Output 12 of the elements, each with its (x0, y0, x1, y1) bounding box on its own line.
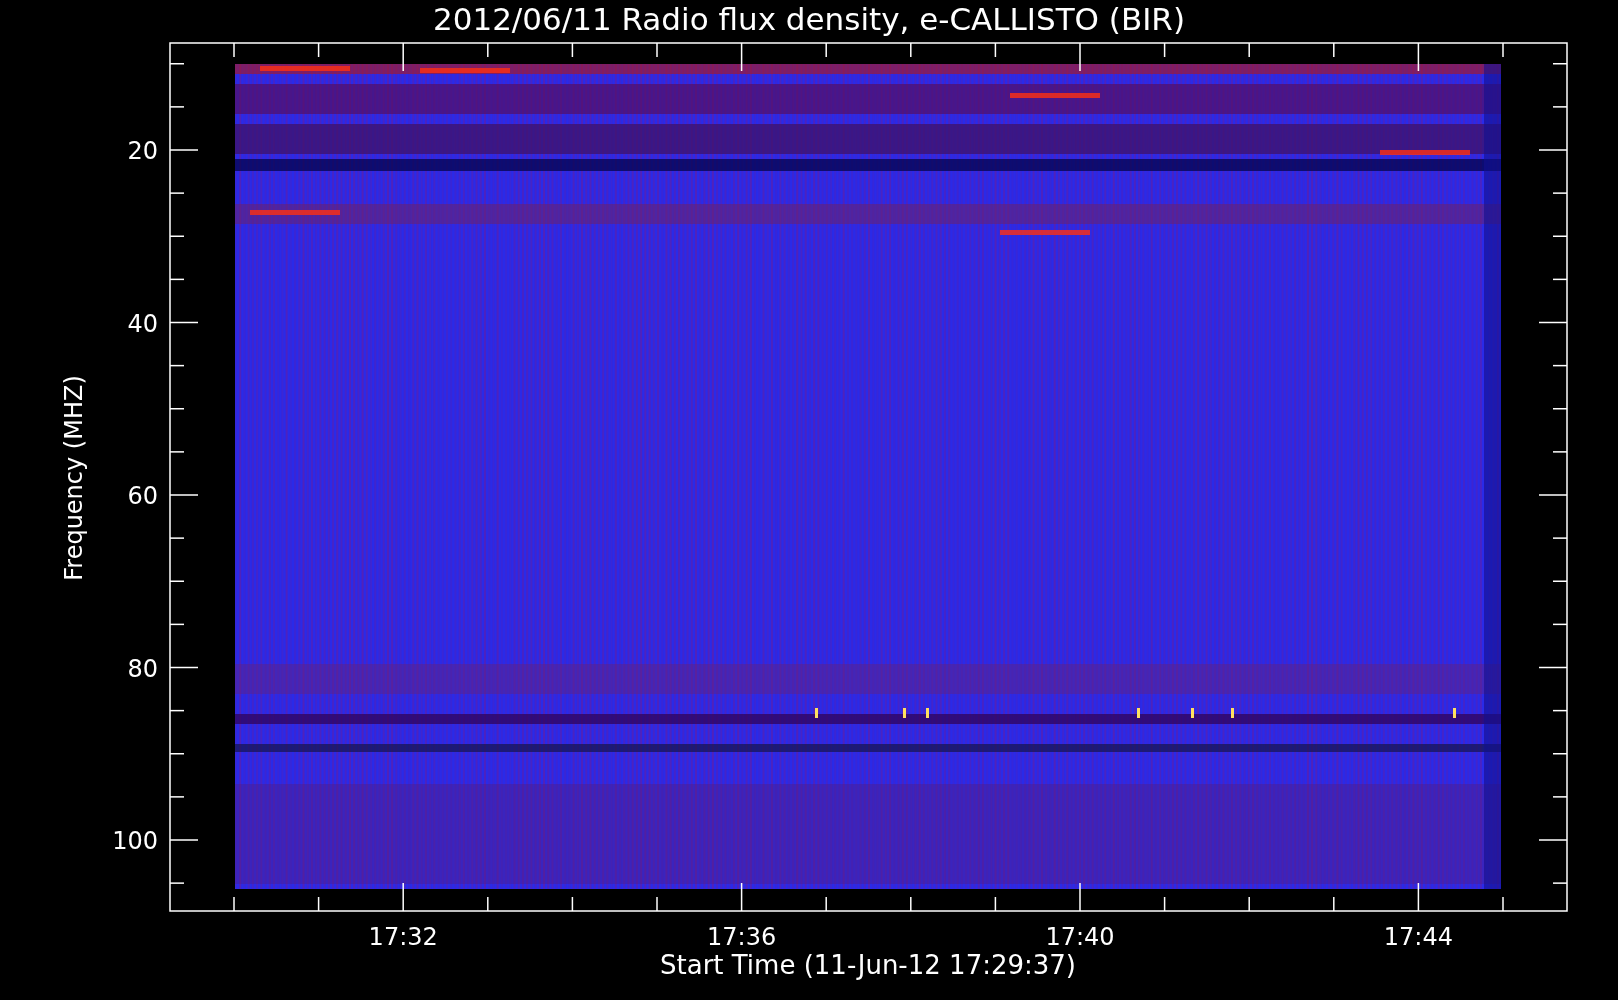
y-tick-label: 40 (127, 309, 158, 338)
x-tick-label: 17:40 (1045, 923, 1115, 951)
y-axis-label: Frequency (MHZ) (60, 375, 88, 581)
x-axis-label: Start Time (11-Jun-12 17:29:37) (660, 950, 1076, 980)
chart-title: 2012/06/11 Radio flux density, e-CALLISTO (BIR) (433, 1, 1185, 37)
y-tick-label: 60 (127, 482, 158, 510)
y-tick-label: 100 (112, 827, 158, 855)
x-tick-label: 17:44 (1383, 923, 1453, 951)
x-tick-label: 17:32 (368, 923, 438, 951)
y-tick-label: 80 (127, 654, 158, 683)
y-tick-label: 20 (127, 137, 158, 165)
x-tick-label: 17:36 (707, 923, 777, 951)
